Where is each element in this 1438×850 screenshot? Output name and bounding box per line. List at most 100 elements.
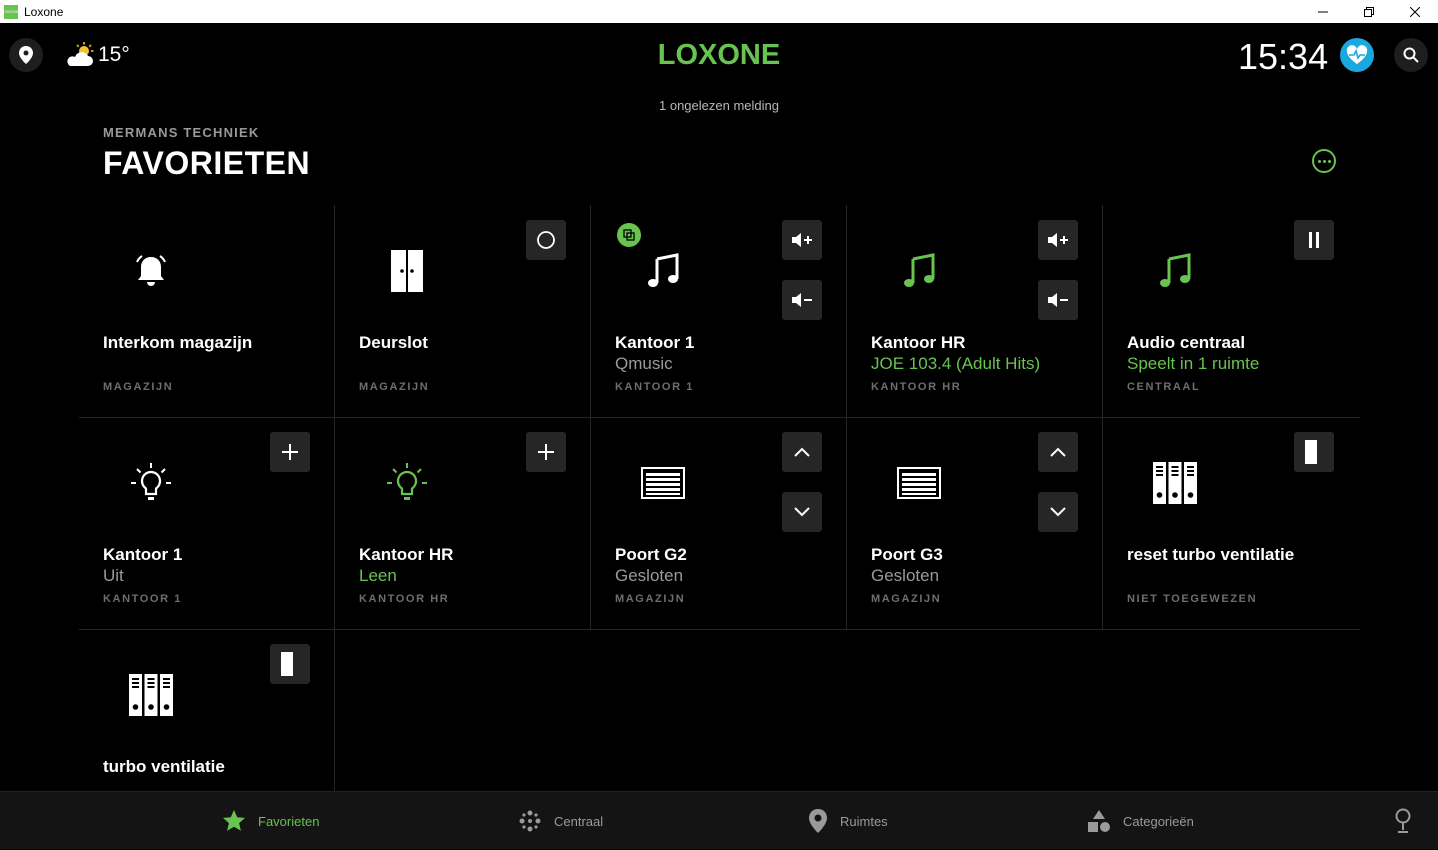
light-increase-button[interactable] bbox=[270, 432, 310, 472]
close-icon[interactable] bbox=[1392, 0, 1438, 23]
page-title: FAVORIETEN bbox=[103, 145, 311, 181]
chevron-up-icon bbox=[794, 447, 810, 457]
tile-room: CENTRAAL bbox=[1127, 381, 1201, 393]
tile-name: Deurslot bbox=[359, 333, 428, 352]
search-icon bbox=[1403, 47, 1419, 63]
window-titlebar: LOXONE Loxone bbox=[0, 0, 1438, 23]
pause-button[interactable] bbox=[1294, 220, 1334, 260]
tile-audio-central[interactable]: Audio centraal Speelt in 1 ruimte CENTRA… bbox=[1103, 205, 1359, 417]
tile-room: MAGAZIJN bbox=[871, 593, 942, 605]
app-logo-text: LOXONE bbox=[2, 9, 20, 14]
tile-room: KANTOOR HR bbox=[871, 381, 962, 393]
top-bar: 15° LOXONE 15:34 bbox=[0, 23, 1438, 91]
tile-room: MAGAZIJN bbox=[103, 381, 174, 393]
tile-name: Kantoor HR bbox=[871, 333, 966, 352]
tile-turbo-ventilation[interactable]: turbo ventilatie bbox=[79, 629, 335, 791]
nav-label: Ruimtes bbox=[840, 813, 888, 829]
app-logo-icon: LOXONE bbox=[2, 4, 20, 19]
switch-panel-icon bbox=[1147, 455, 1203, 511]
tile-state: Qmusic bbox=[615, 354, 673, 373]
window-title: Loxone bbox=[24, 4, 64, 19]
nav-label: Centraal bbox=[554, 813, 604, 829]
bell-icon bbox=[123, 243, 179, 299]
tile-room: KANTOOR 1 bbox=[103, 593, 182, 605]
nav-categories[interactable]: Categorieën bbox=[1087, 792, 1194, 850]
chevron-down-icon bbox=[794, 507, 810, 517]
tile-room: MAGAZIJN bbox=[615, 593, 686, 605]
tile-reset-turbo-ventilation[interactable]: reset turbo ventilatie NIET TOEGEWEZEN bbox=[1103, 417, 1359, 629]
volume-down-button[interactable] bbox=[1038, 280, 1078, 320]
tile-name: Audio centraal bbox=[1127, 333, 1246, 352]
lightbulb-icon bbox=[379, 455, 435, 511]
search-button[interactable] bbox=[1394, 38, 1428, 72]
reset-turbo-toggle[interactable] bbox=[1294, 432, 1334, 472]
tile-office1-light[interactable]: Kantoor 1 Uit KANTOOR 1 bbox=[79, 417, 335, 629]
volume-down-button[interactable] bbox=[782, 280, 822, 320]
music-note-icon bbox=[1147, 243, 1203, 299]
gate-close-button[interactable] bbox=[782, 492, 822, 532]
tile-room: MAGAZIJN bbox=[359, 381, 430, 393]
restore-icon[interactable] bbox=[1346, 0, 1392, 23]
turbo-toggle[interactable] bbox=[270, 644, 310, 684]
volume-down-icon bbox=[1048, 293, 1068, 307]
heart-pulse-icon bbox=[1346, 45, 1368, 64]
tile-office-hr-light[interactable]: Kantoor HR Leen KANTOOR HR bbox=[335, 417, 591, 629]
nav-label: Favorieten bbox=[258, 813, 320, 829]
tile-state: Speelt in 1 ruimte bbox=[1127, 354, 1260, 373]
tile-gate-g3[interactable]: Poort G3 Gesloten MAGAZIJN bbox=[847, 417, 1103, 629]
lightbulb-icon bbox=[123, 455, 179, 511]
volume-up-icon bbox=[792, 233, 812, 247]
door-lock-toggle-button[interactable] bbox=[526, 220, 566, 260]
nav-central[interactable]: Centraal bbox=[518, 792, 603, 850]
nav-rooms[interactable]: Ruimtes bbox=[808, 792, 888, 850]
tile-state: Uit bbox=[103, 566, 124, 585]
music-note-icon bbox=[891, 243, 947, 299]
volume-up-button[interactable] bbox=[782, 220, 822, 260]
system-status-button[interactable] bbox=[1340, 38, 1374, 72]
tile-door-lock[interactable]: Deurslot MAGAZIJN bbox=[335, 205, 591, 417]
tile-state: Gesloten bbox=[871, 566, 940, 585]
tile-room: KANTOOR 1 bbox=[615, 381, 694, 393]
dot-icon bbox=[1327, 159, 1331, 163]
music-note-icon bbox=[635, 243, 691, 299]
tile-office1-audio[interactable]: Kantoor 1 Qmusic KANTOOR 1 bbox=[591, 205, 847, 417]
volume-up-button[interactable] bbox=[1038, 220, 1078, 260]
pause-icon bbox=[1309, 232, 1319, 248]
location-pin-icon bbox=[809, 809, 827, 833]
brand-logo: LOXONE bbox=[657, 39, 781, 71]
dot-icon bbox=[1317, 159, 1321, 163]
toggle-switch-icon bbox=[1302, 437, 1326, 467]
tile-state: JOE 103.4 (Adult Hits) bbox=[871, 354, 1041, 373]
more-options-button[interactable] bbox=[1312, 149, 1336, 173]
tile-gate-g2[interactable]: Poort G2 Gesloten MAGAZIJN bbox=[591, 417, 847, 629]
bottom-navigation: Favorieten Centraal Ruimtes Categorieën bbox=[0, 791, 1438, 849]
tile-name: Kantoor 1 bbox=[103, 545, 183, 564]
gate-open-button[interactable] bbox=[1038, 432, 1078, 472]
garage-gate-icon bbox=[891, 455, 947, 511]
gate-close-button[interactable] bbox=[1038, 492, 1078, 532]
window-controls bbox=[1300, 0, 1438, 23]
toggle-switch-icon bbox=[278, 649, 302, 679]
page-subtitle: MERMANS TECHNIEK bbox=[103, 125, 260, 140]
notification-banner[interactable]: 1 ongelezen melding bbox=[0, 98, 1438, 113]
door-icon bbox=[379, 243, 435, 299]
nav-favorites[interactable]: Favorieten bbox=[222, 792, 319, 850]
circle-icon bbox=[537, 231, 555, 249]
minimize-icon[interactable] bbox=[1300, 0, 1346, 23]
nav-label: Categorieën bbox=[1123, 813, 1194, 829]
tile-name: Poort G3 bbox=[871, 545, 943, 564]
dot-icon bbox=[1322, 159, 1326, 163]
tile-room: NIET TOEGEWEZEN bbox=[1127, 593, 1258, 605]
tile-name: Kantoor HR bbox=[359, 545, 454, 564]
garage-gate-icon bbox=[635, 455, 691, 511]
plus-icon bbox=[282, 444, 298, 460]
nav-location[interactable] bbox=[1394, 792, 1412, 850]
volume-up-icon bbox=[1048, 233, 1068, 247]
tile-intercom-warehouse[interactable]: Interkom magazijn MAGAZIJN bbox=[79, 205, 335, 417]
tile-office-hr-audio[interactable]: Kantoor HR JOE 103.4 (Adult Hits) KANTOO… bbox=[847, 205, 1103, 417]
chevron-down-icon bbox=[1050, 507, 1066, 517]
tile-name: Kantoor 1 bbox=[615, 333, 695, 352]
light-increase-button[interactable] bbox=[526, 432, 566, 472]
volume-down-icon bbox=[792, 293, 812, 307]
gate-open-button[interactable] bbox=[782, 432, 822, 472]
